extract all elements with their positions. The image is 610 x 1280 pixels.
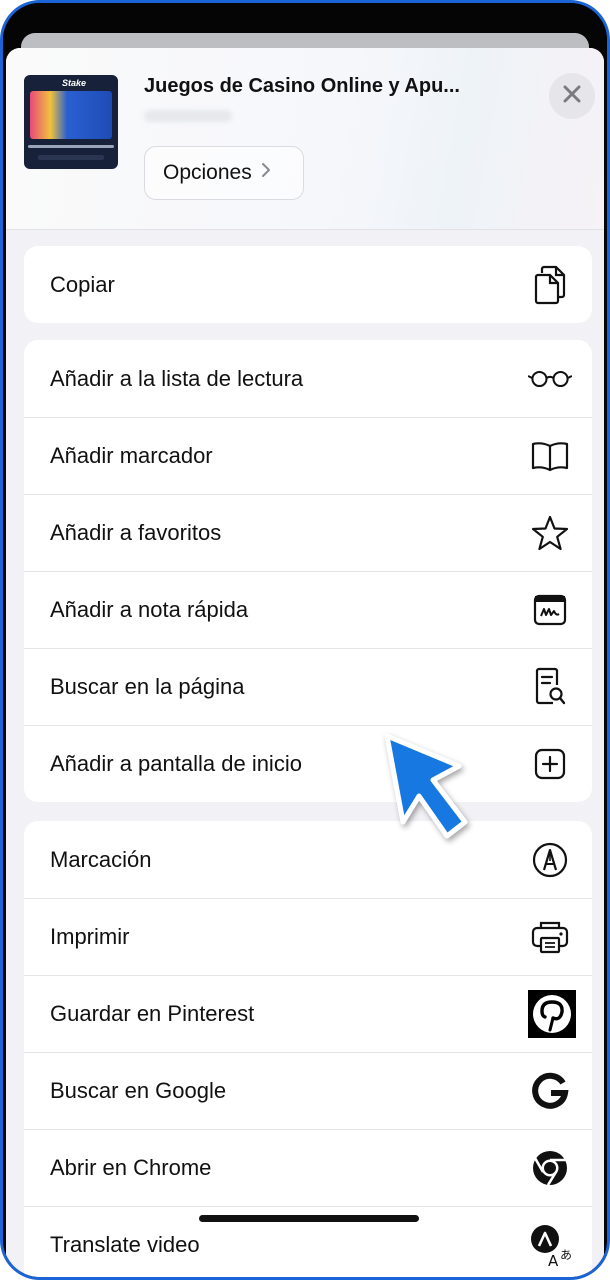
action-label: Añadir marcador <box>50 443 213 468</box>
page-url-blurred <box>144 110 232 122</box>
svg-text:A: A <box>548 1252 559 1267</box>
add-square-icon <box>528 742 572 786</box>
close-icon <box>562 84 582 109</box>
thumbnail-logo: Stake <box>62 78 87 88</box>
page-title: Juegos de Casino Online y Apu... <box>144 75 460 97</box>
chevron-right-icon <box>260 161 272 185</box>
action-label: Guardar en Pinterest <box>50 1001 255 1026</box>
action-label: Añadir a la lista de lectura <box>50 365 304 391</box>
page-thumbnail: Stake <box>24 75 118 169</box>
action-label: Imprimir <box>50 924 130 949</box>
close-button[interactable] <box>549 73 595 119</box>
printer-icon <box>528 915 572 959</box>
quick-note-icon <box>528 588 572 632</box>
google-icon <box>528 1069 572 1113</box>
action-search-google[interactable]: Buscar en Google <box>24 1052 592 1129</box>
action-quick-note[interactable]: Añadir a nota rápida <box>24 571 592 648</box>
action-group-copy: Copiar <box>24 246 592 323</box>
action-reading-list[interactable]: Añadir a la lista de lectura <box>24 340 592 417</box>
copy-icon <box>528 263 572 307</box>
action-pinterest[interactable]: Guardar en Pinterest <box>24 975 592 1052</box>
action-markup[interactable]: Marcación <box>24 821 592 898</box>
star-icon <box>528 511 572 555</box>
options-label: Opciones <box>163 161 252 184</box>
action-copy[interactable]: Copiar <box>24 246 592 323</box>
action-open-chrome[interactable]: Abrir en Chrome <box>24 1129 592 1206</box>
chrome-icon <box>528 1146 572 1190</box>
action-find-in-page[interactable]: Buscar en la página <box>24 648 592 725</box>
find-in-page-icon <box>528 665 572 709</box>
home-indicator <box>199 1215 419 1222</box>
share-header: Stake Juegos de Casino Online y Apu... O… <box>6 48 604 230</box>
svg-text:あ: あ <box>560 1248 572 1262</box>
action-label: Copiar <box>50 271 115 297</box>
action-label: Marcación <box>50 846 152 872</box>
action-favorites[interactable]: Añadir a favoritos <box>24 494 592 571</box>
book-icon <box>528 434 572 478</box>
action-label: Añadir a nota rápida <box>50 597 249 622</box>
action-label: Translate video <box>50 1232 200 1257</box>
action-print[interactable]: Imprimir <box>24 898 592 975</box>
options-button[interactable]: Opciones <box>144 146 304 200</box>
pointer-arrow-icon <box>384 733 468 839</box>
action-bookmark[interactable]: Añadir marcador <box>24 417 592 494</box>
pinterest-icon <box>528 990 576 1038</box>
phone-frame: Stake Juegos de Casino Online y Apu... O… <box>0 0 610 1280</box>
action-label: Buscar en la página <box>50 674 245 699</box>
share-sheet: Stake Juegos de Casino Online y Apu... O… <box>6 48 604 1277</box>
action-add-to-home-screen[interactable]: Añadir a pantalla de inicio <box>24 725 592 802</box>
action-label: Buscar en Google <box>50 1078 227 1103</box>
glasses-icon <box>528 357 572 401</box>
action-label: Añadir a favoritos <box>50 520 222 545</box>
action-label: Añadir a pantalla de inicio <box>50 751 302 776</box>
action-group-apps: Marcación Imprimir Guardar en Pinterest … <box>24 821 592 1277</box>
translate-icon: Aあ <box>528 1223 572 1267</box>
action-group-page: Añadir a la lista de lectura Añadir marc… <box>24 340 592 802</box>
markup-pen-icon <box>528 838 572 882</box>
action-label: Abrir en Chrome <box>50 1155 212 1180</box>
